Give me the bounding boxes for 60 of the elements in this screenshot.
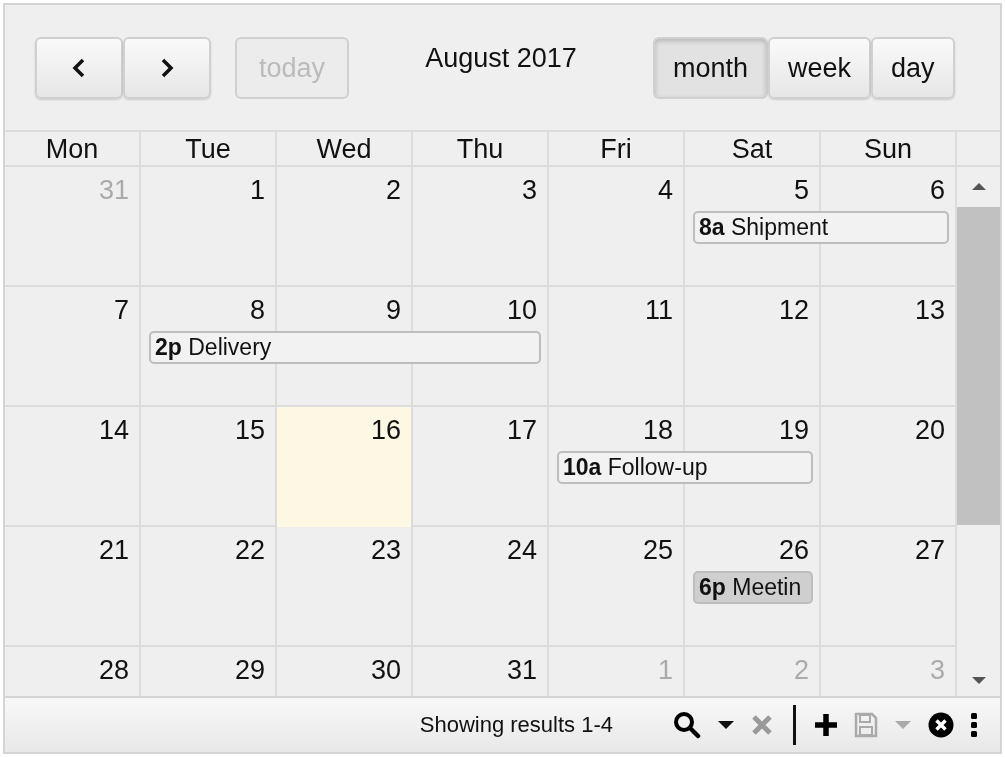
view-tab[interactable]: month — [653, 37, 769, 99]
day-number: 23 — [369, 534, 402, 567]
view-tab[interactable]: week — [768, 37, 872, 99]
weekday-header: Fri — [549, 132, 685, 166]
day-number: 1 — [656, 654, 674, 687]
weekday-header: Sun — [821, 132, 957, 166]
event-chip[interactable]: 2p Delivery — [149, 330, 541, 364]
day-number: 21 — [97, 534, 130, 567]
day-number: 31 — [505, 654, 538, 687]
day-number: 11 — [643, 294, 674, 327]
day-number: 9 — [384, 294, 402, 327]
day-number: 13 — [913, 294, 946, 327]
day-number: 25 — [641, 534, 674, 567]
weekday-header: Thu — [413, 132, 549, 166]
scrollbar-thumb[interactable] — [957, 207, 1000, 525]
scroll-up-icon[interactable] — [970, 181, 987, 191]
day-number: 29 — [233, 654, 266, 687]
day-number: 30 — [369, 654, 402, 687]
day-number: 15 — [233, 414, 266, 447]
weekday-header: Tue — [141, 132, 277, 166]
day-number: 14 — [97, 414, 130, 447]
day-number: 3 — [520, 174, 538, 207]
day-number: 8 — [248, 294, 266, 327]
day-number: 12 — [777, 294, 810, 327]
day-number: 16 — [369, 414, 402, 447]
event-chip[interactable]: 10a Follow-up — [557, 450, 813, 484]
weekday-header: Sat — [685, 132, 821, 166]
day-number: 28 — [97, 654, 130, 687]
day-number: 2 — [792, 654, 810, 687]
day-number: 4 — [656, 174, 674, 207]
day-number: 20 — [913, 414, 946, 447]
event-chip[interactable]: 8a Shipment — [693, 210, 949, 244]
close-icon[interactable] — [928, 712, 954, 738]
day-number: 31 — [97, 174, 130, 207]
day-number: 18 — [641, 414, 674, 447]
results-text: Showing results 1-4 — [419, 712, 613, 738]
weekday-header: Wed — [277, 132, 413, 166]
day-number: 22 — [233, 534, 266, 567]
day-number: 7 — [112, 294, 130, 327]
day-number: 1 — [248, 174, 266, 207]
search-icon[interactable] — [673, 711, 701, 739]
day-number: 3 — [928, 654, 946, 687]
day-number: 6 — [928, 174, 946, 207]
day-number: 5 — [792, 174, 810, 207]
scroll-down-icon[interactable] — [970, 676, 987, 686]
view-tab[interactable]: day — [871, 37, 955, 99]
day-number: 17 — [505, 414, 538, 447]
add-icon[interactable] — [814, 713, 838, 737]
day-number: 19 — [777, 414, 810, 447]
calendar-title: August 2017 — [424, 42, 578, 74]
toolbar-separator — [793, 705, 796, 745]
caret-icon[interactable] — [717, 719, 735, 731]
more-icon[interactable] — [970, 712, 978, 738]
weekday-header: Mon — [5, 132, 141, 166]
day-number: 26 — [777, 534, 810, 567]
event-chip[interactable]: 6p Meetin — [693, 570, 813, 604]
day-number: 27 — [913, 534, 946, 567]
day-number: 2 — [384, 174, 402, 207]
day-number: 10 — [505, 294, 538, 327]
day-number: 24 — [505, 534, 538, 567]
